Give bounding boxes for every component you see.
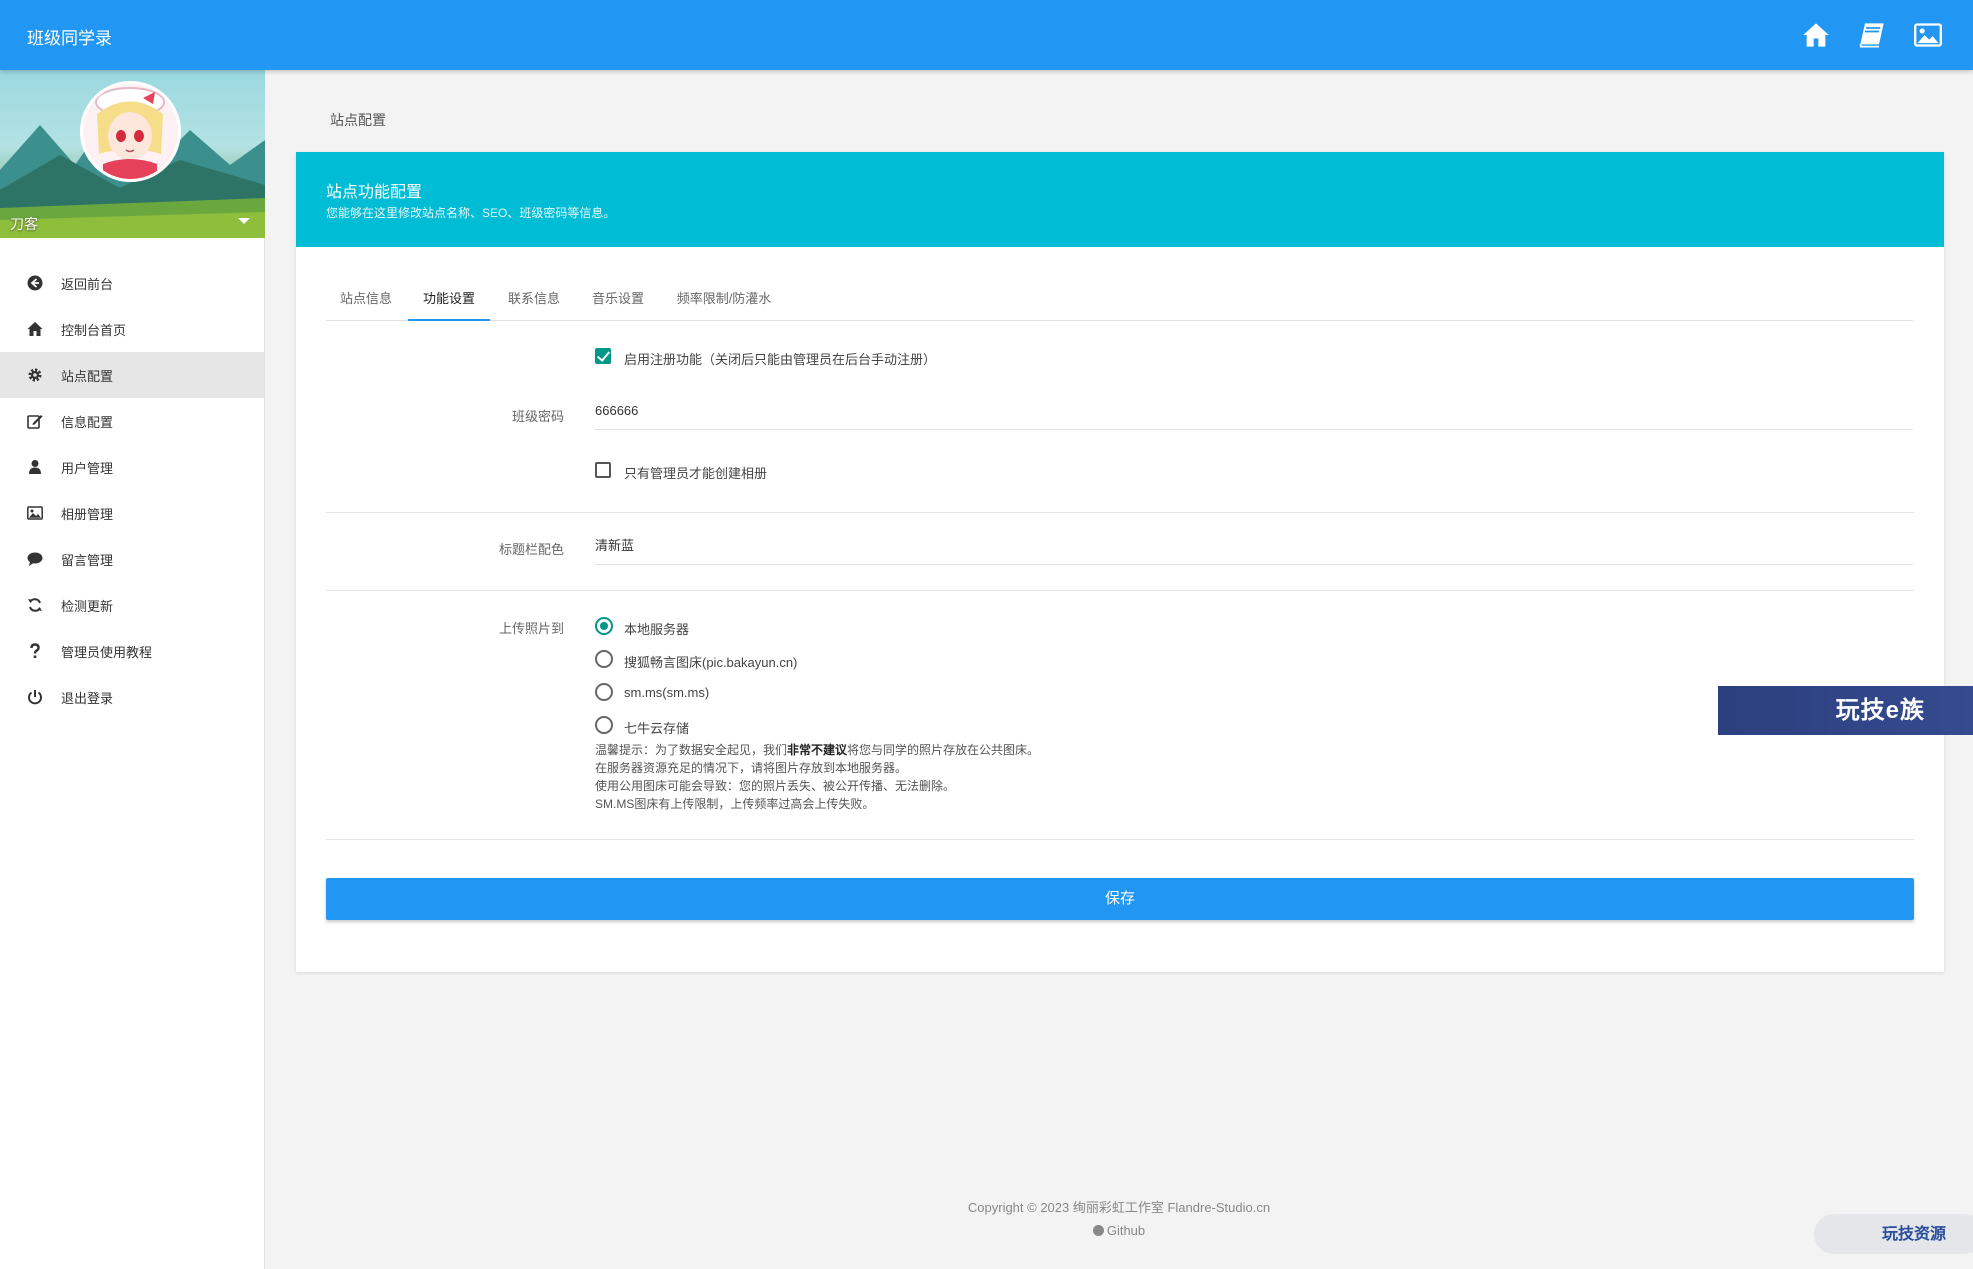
divider <box>326 839 1914 840</box>
sidebar-item-label: 管理员使用教程 <box>61 644 153 660</box>
enable-register-label: 启用注册功能（关闭后只能由管理员在后台手动注册） <box>624 352 937 367</box>
footer-github-link[interactable]: Github <box>0 1223 1973 1238</box>
sidebar-nav: 返回前台 控制台首页 站点配置 信息配置 用户管理 相册管理 留言管理 检测更新… <box>0 260 264 720</box>
upload-option-label: 七牛云存储 <box>624 721 690 736</box>
upload-radio-local[interactable] <box>595 617 613 635</box>
card-header: 站点功能配置 您能够在这里修改站点名称、SEO、班级密码等信息。 <box>296 152 1944 247</box>
question-icon <box>26 642 44 660</box>
home-icon <box>26 320 44 338</box>
avatar[interactable] <box>80 81 181 182</box>
sidebar-item-dashboard[interactable]: 控制台首页 <box>0 306 264 352</box>
sidebar-item-label: 控制台首页 <box>61 322 127 338</box>
app-title[interactable]: 班级同学录 <box>27 24 112 49</box>
user-icon <box>26 458 44 476</box>
sidebar-item-label: 留言管理 <box>61 552 114 568</box>
corner-badge: 玩技资源 <box>1814 1214 1973 1254</box>
sidebar-item-user-management[interactable]: 用户管理 <box>0 444 264 490</box>
sidebar-item-label: 相册管理 <box>61 506 114 522</box>
class-password-field[interactable]: 666666 <box>595 398 1913 430</box>
top-app-bar: 班级同学录 <box>0 0 1973 70</box>
admin-only-album-label: 只有管理员才能创建相册 <box>624 466 768 481</box>
card-title: 站点功能配置 <box>326 184 423 201</box>
upload-option-label: 本地服务器 <box>624 622 690 637</box>
image-icon[interactable] <box>1914 22 1942 48</box>
upload-target-label: 上传照片到 <box>498 621 564 636</box>
upload-hint: 温馨提示：为了数据安全起见，我们非常不建议将您与同学的照片存放在公共图床。 在服… <box>595 743 1040 811</box>
profile-banner: 刀客 <box>0 70 265 238</box>
sidebar-item-logout[interactable]: 退出登录 <box>0 674 264 720</box>
upload-radio-smms[interactable] <box>595 683 613 701</box>
refresh-icon <box>26 596 44 614</box>
sidebar-item-info-config[interactable]: 信息配置 <box>0 398 264 444</box>
comment-icon <box>26 550 44 568</box>
github-icon <box>1092 1225 1104 1236</box>
sidebar-item-label: 用户管理 <box>61 460 114 476</box>
sidebar-item-admin-tutorial[interactable]: 管理员使用教程 <box>0 628 264 674</box>
titlebar-color-select[interactable]: 清新蓝 <box>595 533 1913 565</box>
divider <box>326 512 1914 513</box>
upload-option-label: 搜狐畅言图床(pic.bakayun.cn) <box>624 655 798 670</box>
sidebar-item-site-config[interactable]: 站点配置 <box>0 352 264 398</box>
chevron-down-icon[interactable] <box>238 218 250 224</box>
tab-rate-limit[interactable]: 频率限制/防灌水 <box>662 282 786 321</box>
class-password-label: 班级密码 <box>511 409 564 424</box>
site-config-card: 站点功能配置 您能够在这里修改站点名称、SEO、班级密码等信息。 站点信息 功能… <box>296 152 1944 972</box>
image-icon <box>26 504 44 522</box>
book-icon[interactable] <box>1858 22 1886 48</box>
sidebar-item-label: 退出登录 <box>61 690 114 706</box>
save-button[interactable]: 保存 <box>326 878 1914 920</box>
gear-icon <box>26 366 44 384</box>
home-icon[interactable] <box>1802 22 1830 48</box>
upload-option-label: sm.ms(sm.ms) <box>624 685 710 700</box>
edit-icon <box>26 412 44 430</box>
card-subtitle: 您能够在这里修改站点名称、SEO、班级密码等信息。 <box>326 206 616 220</box>
username: 刀客 <box>10 216 38 232</box>
sidebar-item-back-frontend[interactable]: 返回前台 <box>0 260 264 306</box>
sidebar-item-check-update[interactable]: 检测更新 <box>0 582 264 628</box>
sidebar-item-label: 信息配置 <box>61 414 114 430</box>
power-icon <box>26 688 44 706</box>
sidebar-item-message-management[interactable]: 留言管理 <box>0 536 264 582</box>
sidebar-item-label: 检测更新 <box>61 598 114 614</box>
sidebar: 刀客 返回前台 控制台首页 站点配置 信息配置 用户管理 相册管理 留言管理 检… <box>0 70 265 1269</box>
tab-function-settings[interactable]: 功能设置 <box>408 282 490 321</box>
arrow-left-circle-icon <box>26 274 44 292</box>
divider <box>326 590 1914 591</box>
config-tabs: 站点信息 功能设置 联系信息 音乐设置 频率限制/防灌水 <box>326 282 1913 321</box>
sidebar-item-album-management[interactable]: 相册管理 <box>0 490 264 536</box>
enable-register-checkbox[interactable] <box>595 348 611 364</box>
sidebar-item-label: 站点配置 <box>61 368 114 384</box>
breadcrumb: 站点配置 <box>330 112 386 128</box>
sidebar-item-label: 返回前台 <box>61 276 114 292</box>
titlebar-color-label: 标题栏配色 <box>498 542 564 557</box>
watermark-banner: 玩技e族 <box>1718 686 1973 735</box>
tab-contact-info[interactable]: 联系信息 <box>494 282 574 321</box>
tab-music-settings[interactable]: 音乐设置 <box>578 282 658 321</box>
admin-only-album-checkbox[interactable] <box>595 462 611 478</box>
upload-radio-sohu[interactable] <box>595 650 613 668</box>
footer-copyright: Copyright © 2023 绚丽彩虹工作室 Flandre-Studio.… <box>967 1200 1271 1215</box>
upload-radio-qiniu[interactable] <box>595 716 613 734</box>
tab-site-info[interactable]: 站点信息 <box>326 282 406 321</box>
